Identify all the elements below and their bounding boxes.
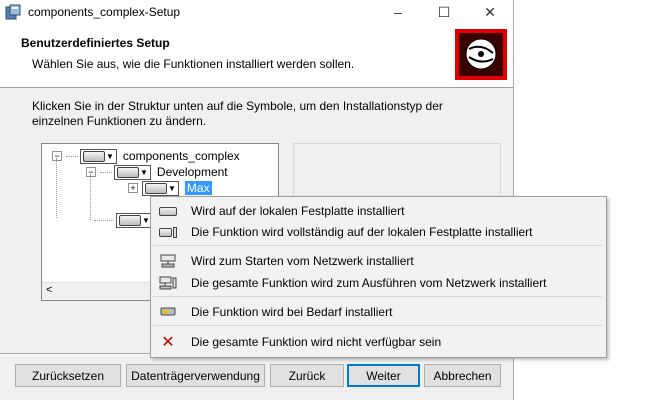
local-drive-icon	[159, 204, 177, 218]
menu-item-network-run[interactable]: Wird zum Starten vom Netzwerk installier…	[151, 250, 606, 272]
on-demand-icon	[159, 305, 177, 319]
install-state-dropdown[interactable]: ▼	[116, 212, 153, 228]
install-options-context-menu: Wird auf der lokalen Festplatte installi…	[150, 196, 607, 358]
cancel-button[interactable]: Abbrechen	[424, 364, 501, 387]
dropdown-arrow-icon: ▼	[140, 167, 148, 177]
menu-separator	[153, 296, 602, 297]
menu-item-label: Die gesamte Funktion wird zum Ausführen …	[191, 276, 547, 290]
page-subtitle: Wählen Sie aus, wie die Funktionen insta…	[32, 57, 355, 71]
tree-connector	[90, 174, 91, 220]
install-state-dropdown[interactable]: ▼	[80, 148, 117, 164]
menu-item-label: Wird zum Starten vom Netzwerk installier…	[191, 254, 414, 268]
drive-icon	[83, 150, 105, 162]
menu-item-on-demand[interactable]: Die Funktion wird bei Bedarf installiert	[151, 301, 606, 323]
installer-app-icon	[5, 4, 21, 20]
menu-item-label: Wird auf der lokalen Festplatte installi…	[191, 204, 405, 218]
menu-separator	[153, 245, 602, 246]
install-state-dropdown[interactable]: ▼	[142, 180, 179, 196]
network-icon	[159, 254, 177, 268]
menu-item-network-run-full[interactable]: Die gesamte Funktion wird zum Ausführen …	[151, 272, 606, 294]
back-button[interactable]: Zurück	[270, 364, 344, 387]
drive-icon	[145, 182, 167, 194]
close-button[interactable]: ✕	[467, 0, 513, 24]
expand-icon[interactable]: +	[128, 183, 138, 193]
collapse-icon[interactable]: −	[52, 151, 62, 161]
tree-connector	[56, 158, 57, 218]
minimize-button[interactable]: –	[375, 0, 421, 24]
maximize-button[interactable]: ☐	[421, 0, 467, 24]
tree-item-collapsed[interactable]: ▼	[94, 212, 153, 228]
tree-item-label: components_complex	[122, 149, 240, 163]
tree-item-max[interactable]: + ▼ Max	[128, 180, 212, 196]
instruction-text: Klicken Sie in der Struktur unten auf di…	[32, 99, 443, 128]
dropdown-arrow-icon: ▼	[168, 183, 176, 193]
drive-icon	[119, 214, 141, 226]
drive-icon	[117, 166, 139, 178]
page-title: Benutzerdefiniertes Setup	[21, 36, 170, 50]
reset-button[interactable]: Zurücksetzen	[15, 364, 121, 387]
menu-item-label: Die Funktion wird bei Bedarf installiert	[191, 305, 393, 319]
install-state-dropdown[interactable]: ▼	[114, 164, 151, 180]
menu-separator	[153, 325, 602, 326]
tree-item-development[interactable]: − ▼ Development	[86, 164, 228, 180]
unavailable-x-icon: ✕	[161, 334, 175, 351]
menu-item-local-install[interactable]: Wird auf der lokalen Festplatte installi…	[151, 200, 606, 222]
menu-item-unavailable[interactable]: ✕ Die gesamte Funktion wird nicht verfüg…	[151, 331, 606, 353]
tree-item-label: Development	[156, 165, 228, 179]
dropdown-arrow-icon: ▼	[106, 151, 114, 161]
tree-item-label-selected: Max	[184, 181, 212, 195]
disk-usage-button[interactable]: Datenträgerverwendung	[126, 364, 265, 387]
next-button[interactable]: Weiter	[347, 364, 420, 387]
menu-item-label: Die Funktion wird vollständig auf der lo…	[191, 225, 533, 239]
tree-item-root[interactable]: − ▼ components_complex	[52, 148, 240, 164]
title-bar: components_complex-Setup – ☐ ✕	[0, 0, 513, 24]
menu-item-local-install-full[interactable]: Die Funktion wird vollständig auf der lo…	[151, 221, 606, 243]
local-drive-full-icon	[159, 225, 177, 239]
setup-logo-icon	[455, 29, 507, 80]
window-title: components_complex-Setup	[28, 5, 181, 19]
header-banner: Benutzerdefiniertes Setup Wählen Sie aus…	[0, 24, 513, 88]
scroll-left-icon[interactable]: <	[46, 284, 52, 296]
network-full-icon	[159, 276, 177, 290]
collapse-icon[interactable]: −	[86, 167, 96, 177]
dropdown-arrow-icon: ▼	[142, 215, 150, 225]
menu-item-label: Die gesamte Funktion wird nicht verfügba…	[191, 335, 442, 349]
